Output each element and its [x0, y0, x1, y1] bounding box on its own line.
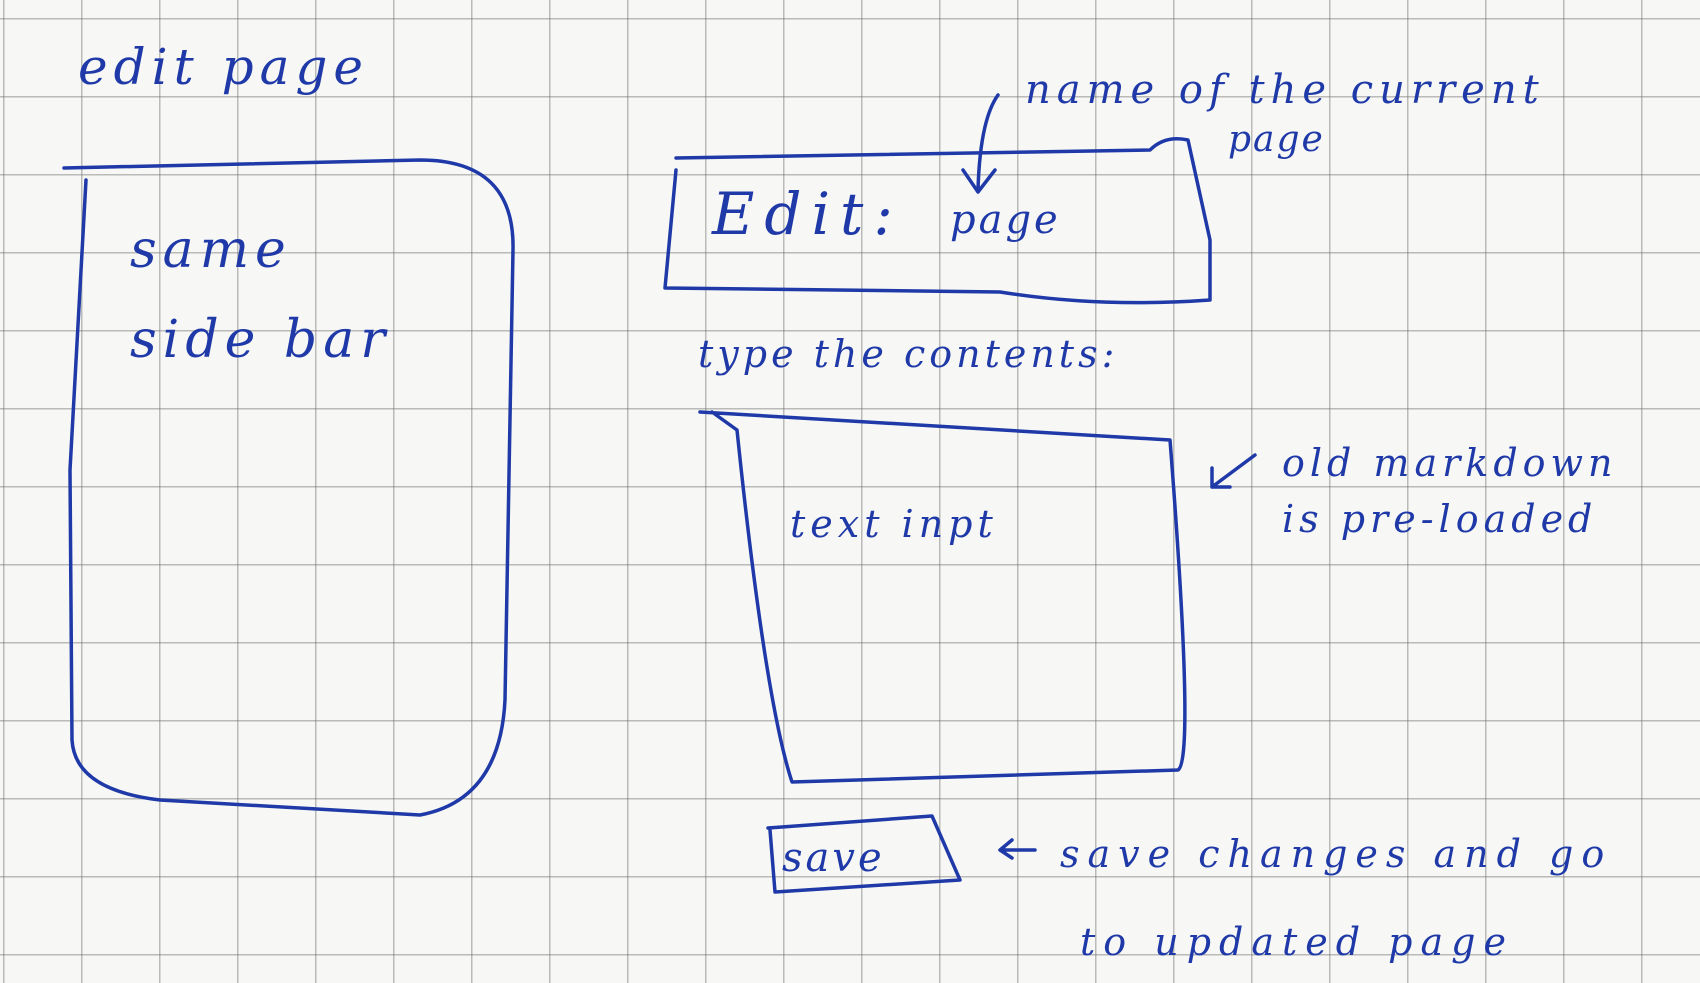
- sidebar-placeholder: same side bar: [130, 205, 391, 385]
- grid-paper-sheet: edit page same side bar name of the curr…: [0, 0, 1700, 983]
- editor-note-arrow: [1210, 453, 1257, 489]
- editor-annotation-line2: is pre-loaded: [1282, 497, 1598, 541]
- save-note-arrow: [998, 838, 1037, 860]
- current-page-name: page: [950, 197, 1061, 243]
- page-name-annotation-line1: name of the current: [1025, 67, 1545, 113]
- save-button[interactable]: save: [782, 838, 885, 878]
- page-title: edit page: [78, 38, 369, 96]
- editor-prompt-label: type the contents:: [698, 332, 1119, 376]
- editor-annotation: old markdown is pre-loaded: [1282, 435, 1618, 547]
- save-annotation: save changes and go to updated page: [1060, 810, 1612, 983]
- editor-annotation-line1: old markdown: [1282, 441, 1618, 485]
- sidebar-label-line2: side bar: [130, 310, 392, 370]
- markdown-text-input[interactable]: text inpt: [790, 505, 998, 543]
- edit-heading-label: Edit:: [712, 180, 903, 248]
- sidebar-label-line1: same: [130, 220, 292, 280]
- page-name-annotation-line2: page: [1228, 119, 1325, 160]
- page-name-arrow: [961, 93, 1000, 194]
- editor-box-outline: [698, 410, 1187, 784]
- save-annotation-line1: save changes and go: [1060, 832, 1613, 876]
- save-annotation-line2: to updated page: [1080, 920, 1514, 964]
